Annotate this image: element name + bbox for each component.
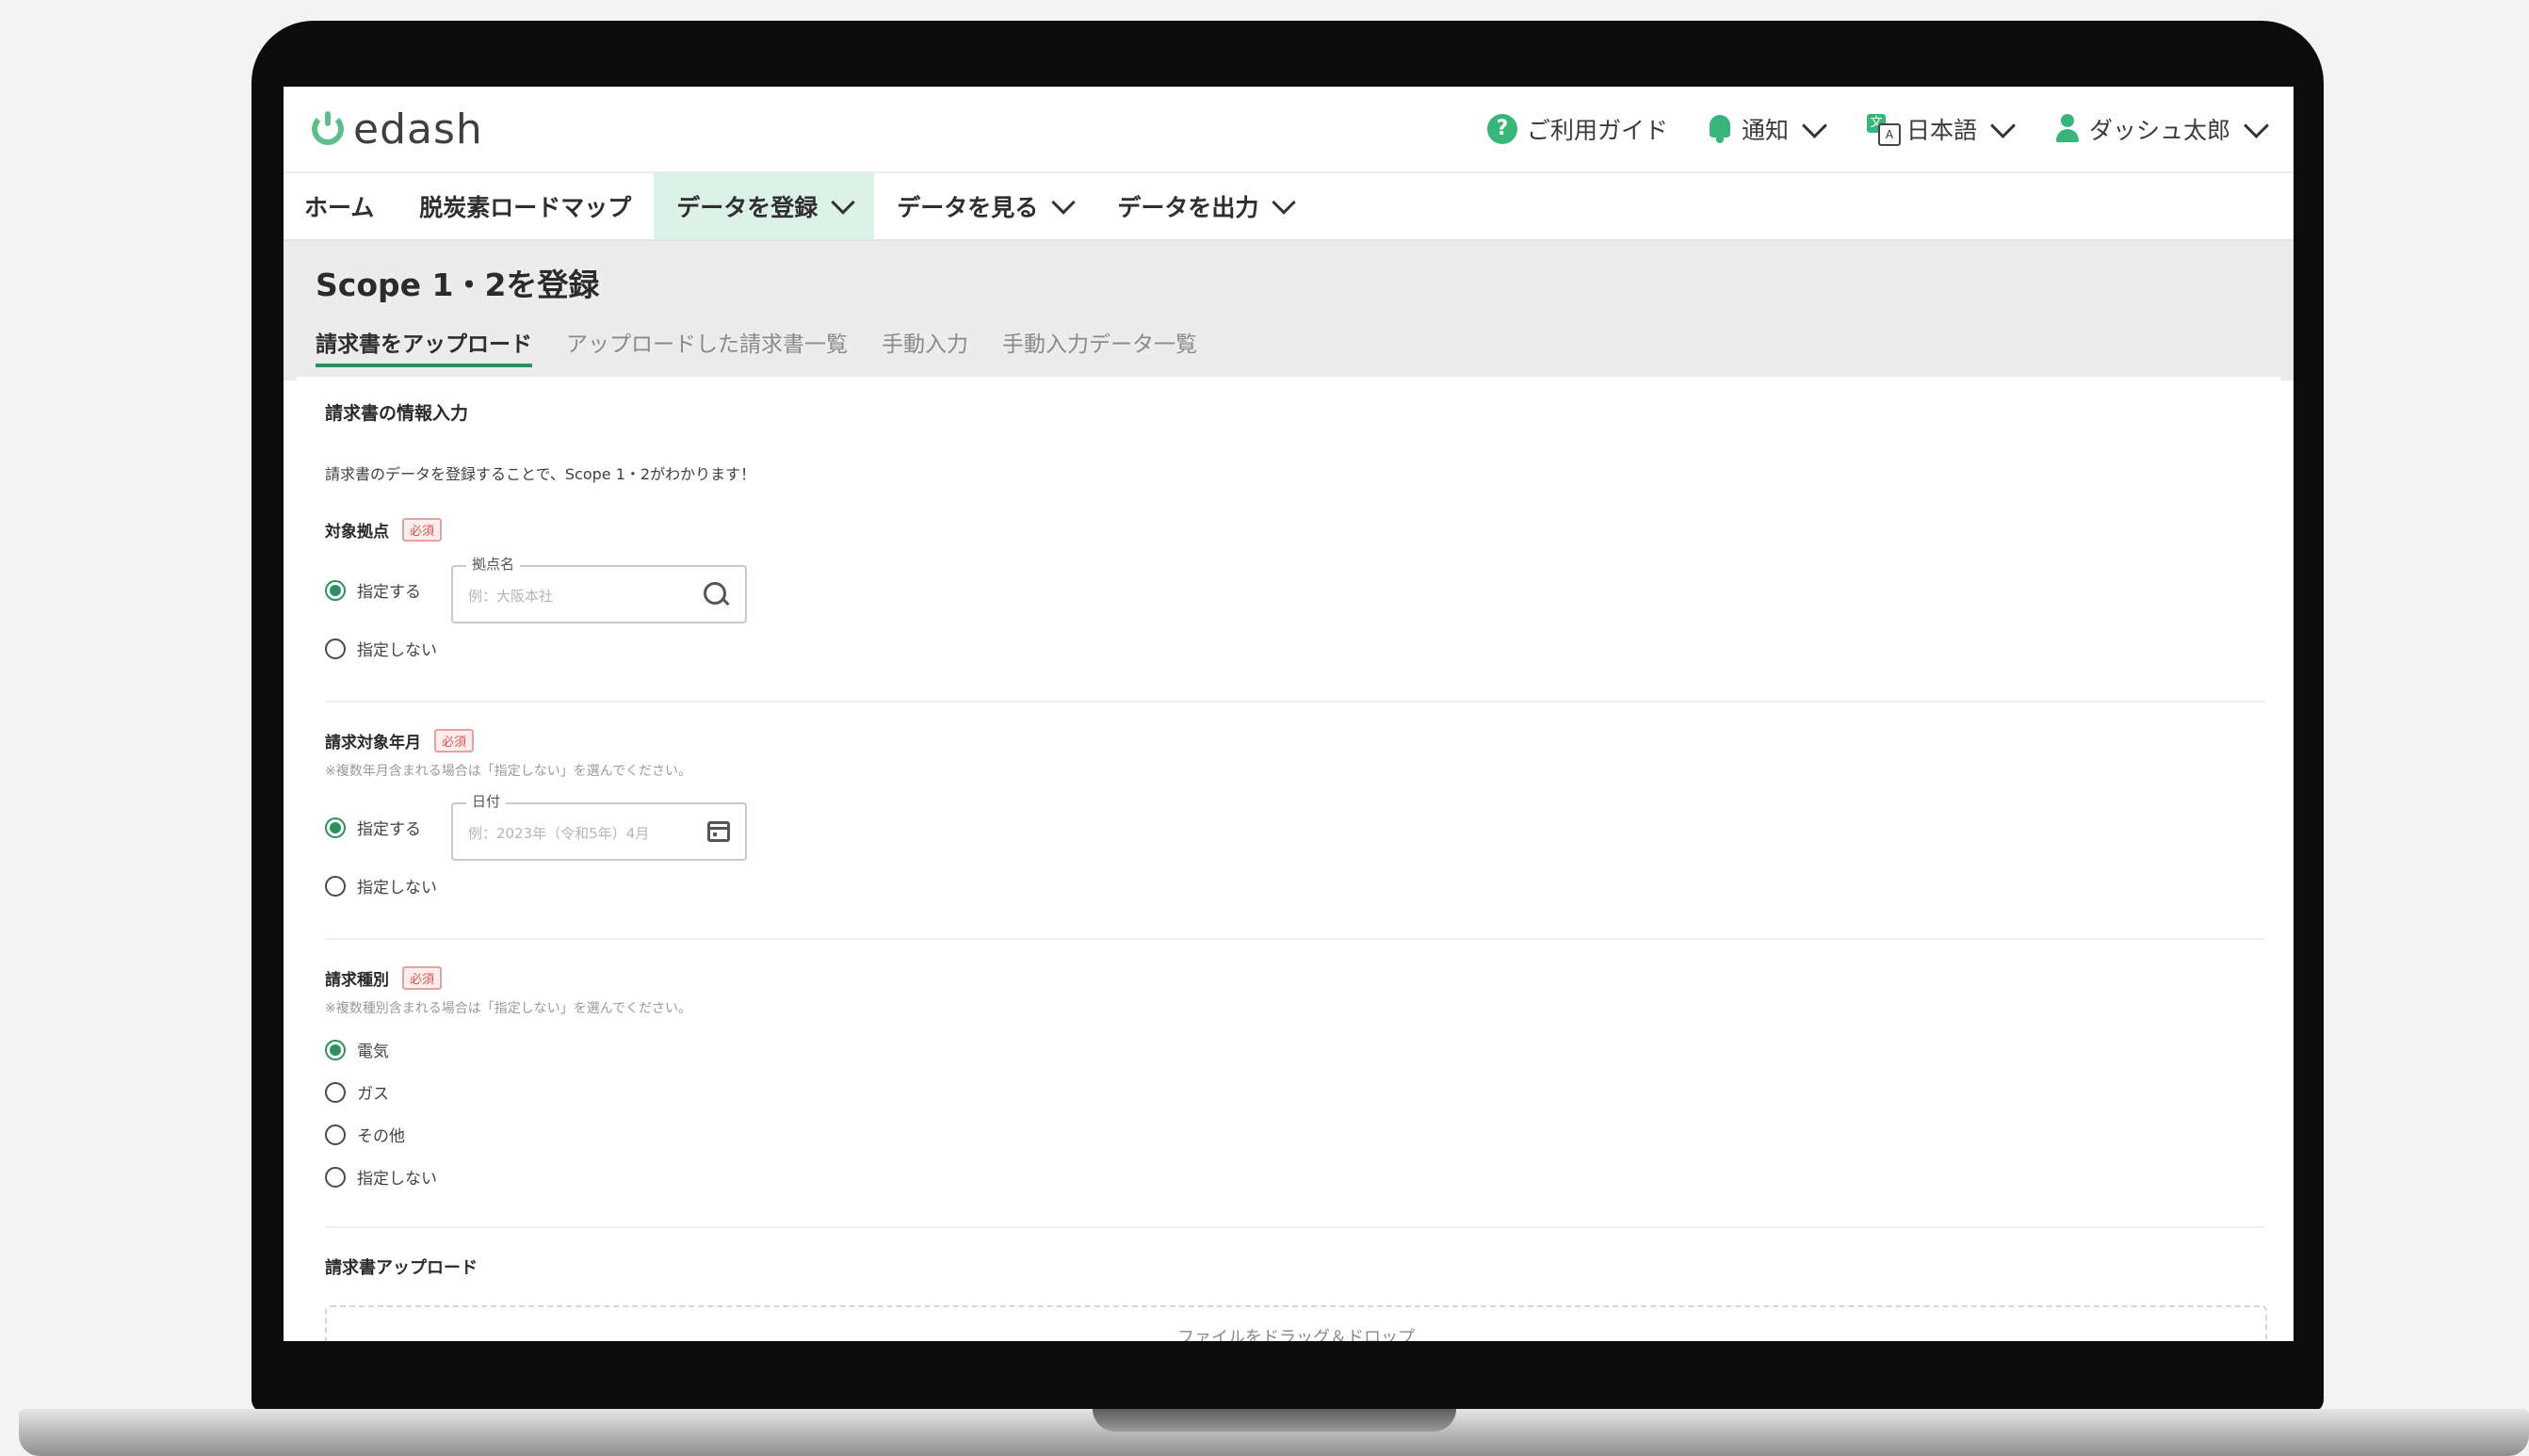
period-label: 請求対象年月 必須 bbox=[325, 729, 475, 752]
radio-unchecked-icon bbox=[325, 638, 346, 659]
chevron-down-icon bbox=[1051, 190, 1077, 215]
radio-unchecked-icon bbox=[325, 1124, 346, 1145]
dropzone-text: ファイルをドラッグ＆ドロップ bbox=[1177, 1328, 1415, 1341]
help-icon: ? bbox=[1486, 114, 1517, 144]
type-none-label: 指定しない bbox=[357, 1170, 437, 1189]
type-note: ※複数種別含まれる場合は「指定しない」を選んでください。 bbox=[325, 1001, 692, 1016]
calendar-icon[interactable] bbox=[707, 821, 730, 842]
site-none-radio[interactable]: 指定しない bbox=[325, 637, 437, 660]
laptop-notch bbox=[1093, 1409, 1456, 1432]
site-name-field[interactable]: 拠点名 bbox=[451, 554, 747, 623]
nav-export-data-label: データを出力 bbox=[1117, 194, 1259, 221]
divider bbox=[325, 701, 2265, 703]
divider bbox=[325, 1226, 2265, 1228]
type-gas-radio[interactable]: ガス bbox=[325, 1080, 389, 1104]
tab-uploaded-invoices[interactable]: アップロードした請求書一覧 bbox=[566, 320, 848, 367]
required-badge: 必須 bbox=[434, 729, 475, 752]
user-name: ダッシュ太郎 bbox=[2088, 117, 2230, 144]
power-logo-icon bbox=[312, 111, 344, 145]
language-menu[interactable]: 文 A 日本語 bbox=[1866, 112, 2016, 146]
logo-text: edash bbox=[353, 105, 483, 154]
radio-checked-icon bbox=[325, 817, 346, 838]
tab-manual-input[interactable]: 手動入力 bbox=[882, 320, 968, 367]
type-other-radio[interactable]: その他 bbox=[325, 1123, 405, 1146]
period-date-field[interactable]: 日付 bbox=[451, 791, 747, 861]
period-specify-label: 指定する bbox=[357, 820, 421, 839]
user-icon bbox=[2055, 114, 2080, 144]
divider bbox=[325, 938, 2265, 940]
form-description: 請求書のデータを登録することで、Scope 1・2がわかります！ bbox=[325, 465, 756, 483]
top-actions: ? ご利用ガイド 通知 文 A 日本語 ダッシュ太郎 bbox=[1448, 112, 2269, 146]
notification-label: 通知 bbox=[1741, 117, 1789, 144]
file-dropzone[interactable]: ファイルをドラッグ＆ドロップ bbox=[325, 1305, 2267, 1341]
type-none-radio[interactable]: 指定しない bbox=[325, 1165, 437, 1189]
upload-section-title: 請求書アップロード bbox=[325, 1258, 478, 1278]
type-gas-label: ガス bbox=[357, 1085, 389, 1104]
main-nav: ホーム 脱炭素ロードマップ データを登録 データを見る データを出力 bbox=[284, 173, 2294, 241]
period-note: ※複数年月含まれる場合は「指定しない」を選んでください。 bbox=[325, 764, 692, 779]
top-bar: edash ? ご利用ガイド 通知 文 A 日本語 ダッシュ太郎 bbox=[284, 87, 2294, 173]
required-badge: 必須 bbox=[402, 966, 443, 990]
nav-register-data-label: データを登録 bbox=[676, 194, 819, 221]
chevron-down-icon bbox=[1272, 190, 1297, 215]
nav-home-label: ホーム bbox=[304, 194, 375, 221]
nav-view-data-label: データを見る bbox=[897, 194, 1039, 221]
page-header: Scope 1・2を登録 請求書をアップロード アップロードした請求書一覧 手動… bbox=[284, 241, 2294, 380]
guide-link[interactable]: ? ご利用ガイド bbox=[1486, 112, 1668, 146]
nav-roadmap-label: 脱炭素ロードマップ bbox=[419, 194, 632, 221]
language-label: 日本語 bbox=[1905, 117, 1977, 144]
chevron-down-icon bbox=[2244, 112, 2269, 138]
tab-manual-input-list[interactable]: 手動入力データ一覧 bbox=[1002, 320, 1197, 367]
guide-label: ご利用ガイド bbox=[1526, 117, 1668, 144]
nav-view-data[interactable]: データを見る bbox=[874, 173, 1094, 239]
user-menu[interactable]: ダッシュ太郎 bbox=[2055, 112, 2269, 146]
radio-checked-icon bbox=[325, 1039, 346, 1060]
type-label-text: 請求種別 bbox=[325, 971, 389, 990]
chevron-down-icon bbox=[831, 190, 856, 215]
type-electricity-radio[interactable]: 電気 bbox=[325, 1038, 389, 1061]
radio-unchecked-icon bbox=[325, 1081, 346, 1103]
radio-checked-icon bbox=[325, 579, 346, 601]
site-specify-label: 指定する bbox=[357, 583, 421, 602]
site-name-input[interactable] bbox=[466, 582, 687, 610]
translate-icon: 文 A bbox=[1866, 114, 1901, 146]
period-date-legend: 日付 bbox=[466, 791, 507, 811]
laptop-screen: edash ? ご利用ガイド 通知 文 A 日本語 ダッシュ太郎 ホーム 脱炭素… bbox=[284, 87, 2294, 1341]
nav-export-data[interactable]: データを出力 bbox=[1094, 173, 1315, 239]
required-badge: 必須 bbox=[402, 518, 443, 542]
bell-icon bbox=[1708, 115, 1732, 143]
site-none-label: 指定しない bbox=[357, 641, 437, 660]
page-tabs: 請求書をアップロード アップロードした請求書一覧 手動入力 手動入力データ一覧 bbox=[316, 320, 1231, 367]
period-label-text: 請求対象年月 bbox=[325, 734, 421, 752]
site-name-legend: 拠点名 bbox=[466, 554, 521, 574]
form-panel: 請求書の情報入力 請求書のデータを登録することで、Scope 1・2がわかります… bbox=[297, 377, 2280, 1341]
radio-unchecked-icon bbox=[325, 1166, 346, 1188]
radio-unchecked-icon bbox=[325, 875, 346, 897]
nav-register-data[interactable]: データを登録 bbox=[654, 173, 875, 239]
tab-upload-invoice[interactable]: 請求書をアップロード bbox=[316, 320, 532, 367]
chevron-down-icon bbox=[1990, 112, 2016, 138]
nav-home[interactable]: ホーム bbox=[284, 173, 397, 239]
notification-menu[interactable]: 通知 bbox=[1708, 112, 1827, 146]
period-none-label: 指定しない bbox=[357, 879, 437, 898]
period-none-radio[interactable]: 指定しない bbox=[325, 874, 437, 898]
chevron-down-icon bbox=[1802, 112, 1827, 138]
type-electricity-label: 電気 bbox=[357, 1043, 389, 1061]
site-specify-radio[interactable]: 指定する bbox=[325, 578, 421, 602]
section-title-invoice-info: 請求書の情報入力 bbox=[325, 403, 469, 424]
type-label: 請求種別 必須 bbox=[325, 966, 443, 990]
period-specify-radio[interactable]: 指定する bbox=[325, 816, 421, 839]
type-other-label: その他 bbox=[357, 1127, 405, 1146]
site-label: 対象拠点 必須 bbox=[325, 518, 443, 542]
app-logo[interactable]: edash bbox=[312, 105, 483, 154]
nav-roadmap[interactable]: 脱炭素ロードマップ bbox=[397, 173, 654, 239]
site-label-text: 対象拠点 bbox=[325, 523, 389, 542]
period-date-input[interactable] bbox=[466, 819, 687, 848]
search-icon[interactable] bbox=[704, 582, 730, 608]
page-title: Scope 1・2を登録 bbox=[316, 267, 600, 303]
